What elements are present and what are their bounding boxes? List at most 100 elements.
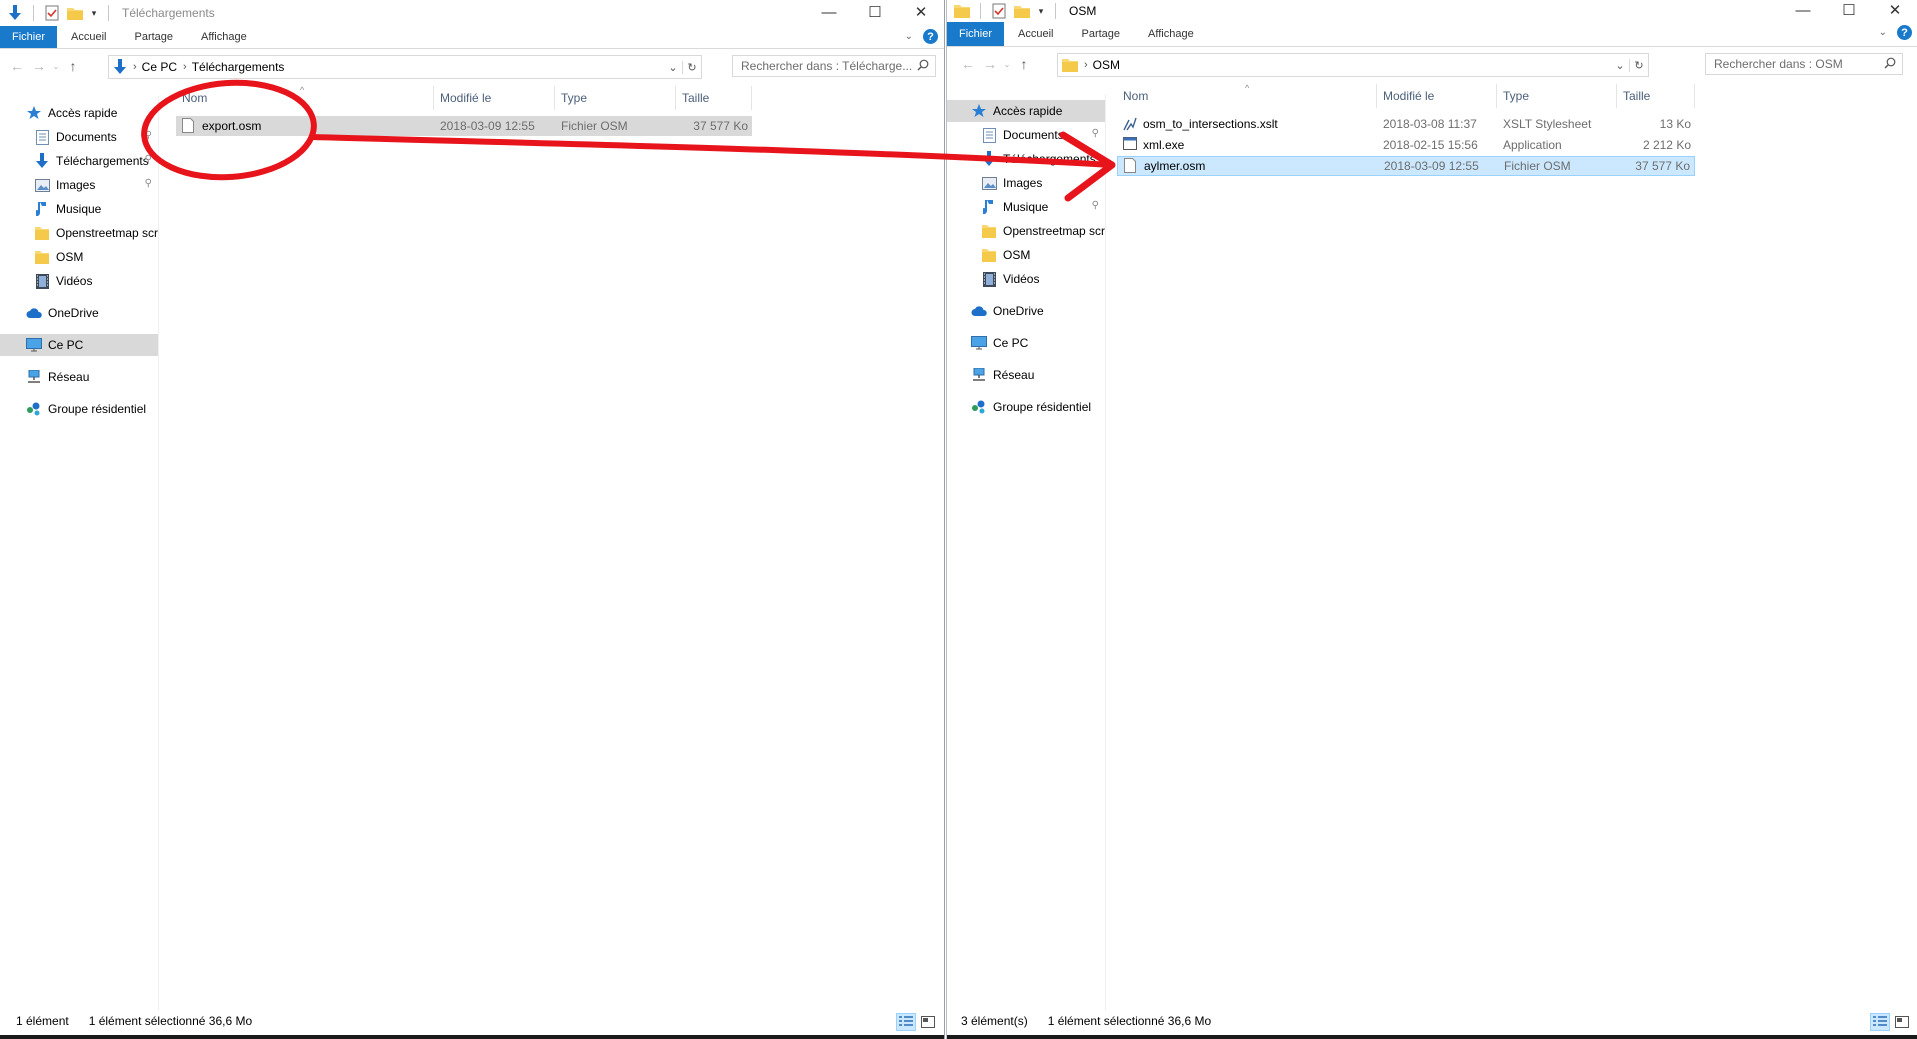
address-bar[interactable]: › OSM ⌄ ↻ <box>1057 53 1649 77</box>
minimize-button[interactable]: — <box>1780 0 1826 20</box>
close-button[interactable]: ✕ <box>1872 0 1917 20</box>
file-name: export.osm <box>202 119 262 133</box>
properties-icon[interactable] <box>990 2 1008 20</box>
properties-icon[interactable] <box>43 4 61 22</box>
nav-openstreetmap-folder[interactable]: Openstreetmap scre <box>947 220 1105 242</box>
recent-locations-dropdown[interactable]: ⌄ <box>1001 60 1013 69</box>
customize-dropdown-icon[interactable]: ▾ <box>1036 2 1046 20</box>
details-view-icon[interactable] <box>896 1013 916 1031</box>
column-header-size[interactable]: Taille <box>1617 84 1695 108</box>
forward-button[interactable]: → <box>979 56 1001 72</box>
file-row[interactable]: aylmer.osm 2018-03-09 12:55 Fichier OSM … <box>1117 156 1695 176</box>
nav-network[interactable]: Réseau <box>0 366 158 388</box>
back-button[interactable]: ← <box>6 58 28 74</box>
recent-locations-dropdown[interactable]: ⌄ <box>50 62 62 71</box>
file-size: 13 Ko <box>1659 117 1691 131</box>
nav-osm-folder[interactable]: OSM <box>0 246 158 268</box>
maximize-button[interactable]: ☐ <box>852 0 898 24</box>
divider <box>33 5 34 21</box>
nav-label: Musique <box>1003 200 1049 214</box>
pin-icon[interactable]: ⚲ <box>145 130 152 141</box>
pin-icon[interactable]: ⚲ <box>1092 200 1099 211</box>
large-icons-view-icon[interactable] <box>918 1013 938 1031</box>
file-row[interactable]: export.osm 2018-03-09 12:55 Fichier OSM … <box>176 116 752 136</box>
pin-icon[interactable]: ⚲ <box>145 154 152 165</box>
title-bar[interactable]: ▾ Téléchargements — ☐ ✕ <box>0 0 944 26</box>
tab-affichage[interactable]: Affichage <box>1134 22 1208 46</box>
address-dropdown-icon[interactable]: ⌄ <box>1611 59 1629 72</box>
nav-homegroup[interactable]: Groupe résidentiel <box>0 398 158 420</box>
nav-images[interactable]: Images <box>947 172 1105 194</box>
breadcrumb-ce-pc[interactable]: Ce PC <box>142 60 177 74</box>
refresh-icon[interactable]: ↻ <box>682 60 701 74</box>
pin-icon[interactable]: ⚲ <box>1092 128 1099 139</box>
new-folder-icon[interactable] <box>66 4 84 22</box>
large-icons-view-icon[interactable] <box>1892 1013 1912 1031</box>
expand-ribbon-icon[interactable]: ⌄ <box>1879 27 1887 38</box>
nav-osm-folder[interactable]: OSM <box>947 244 1105 266</box>
column-header-size[interactable]: Taille <box>676 86 752 110</box>
file-icon <box>1124 158 1138 174</box>
column-header-name[interactable]: Nom <box>1117 84 1377 108</box>
file-row[interactable]: xml.exe 2018-02-15 15:56 Application 2 2… <box>1117 135 1695 155</box>
tab-affichage[interactable]: Affichage <box>187 26 261 48</box>
file-name-cell: aylmer.osm <box>1118 156 1378 176</box>
refresh-icon[interactable]: ↻ <box>1629 58 1648 72</box>
tab-accueil[interactable]: Accueil <box>1004 22 1067 46</box>
nav-music[interactable]: Musique <box>0 198 158 220</box>
tab-partage[interactable]: Partage <box>1067 22 1134 46</box>
nav-label: Réseau <box>993 368 1035 382</box>
search-input[interactable]: Rechercher dans : OSM <box>1705 53 1903 75</box>
nav-quick-access[interactable]: Accès rapide <box>0 102 158 124</box>
details-view-icon[interactable] <box>1870 1013 1890 1031</box>
file-modified: 2018-03-09 12:55 <box>440 119 535 133</box>
tab-fichier[interactable]: Fichier <box>947 22 1005 46</box>
help-icon[interactable]: ? <box>923 29 938 44</box>
maximize-button[interactable]: ☐ <box>1826 0 1872 20</box>
up-button[interactable]: ↑ <box>1013 56 1035 72</box>
forward-button[interactable]: → <box>28 58 50 74</box>
nav-videos[interactable]: Vidéos <box>0 270 158 292</box>
close-button[interactable]: ✕ <box>898 0 944 24</box>
nav-downloads[interactable]: Téléchargements ⚲ <box>0 150 158 172</box>
up-button[interactable]: ↑ <box>62 58 84 74</box>
nav-openstreetmap-folder[interactable]: Openstreetmap scre <box>0 222 158 244</box>
nav-this-pc[interactable]: Ce PC <box>0 334 158 356</box>
column-header-name[interactable]: Nom <box>176 86 434 110</box>
file-name: xml.exe <box>1143 138 1185 152</box>
back-button[interactable]: ← <box>957 56 979 72</box>
help-icon[interactable]: ? <box>1897 25 1912 40</box>
nav-videos[interactable]: Vidéos <box>947 268 1105 290</box>
nav-music[interactable]: Musique ⚲ <box>947 196 1105 218</box>
column-header-modified[interactable]: Modifié le <box>434 86 555 110</box>
column-header-type[interactable]: Type <box>1497 84 1617 108</box>
column-header-type[interactable]: Type <box>555 86 676 110</box>
nav-documents[interactable]: Documents ⚲ <box>947 124 1105 146</box>
expand-ribbon-icon[interactable]: ⌄ <box>905 31 913 42</box>
customize-dropdown-icon[interactable]: ▾ <box>89 4 99 22</box>
file-row[interactable]: osm_to_intersections.xslt 2018-03-08 11:… <box>1117 114 1695 134</box>
search-input[interactable]: Rechercher dans : Télécharge... <box>732 55 936 77</box>
new-folder-icon[interactable] <box>1013 2 1031 20</box>
pin-icon[interactable]: ⚲ <box>145 178 152 189</box>
nav-homegroup[interactable]: Groupe résidentiel <box>947 396 1105 418</box>
breadcrumb-osm[interactable]: OSM <box>1093 58 1120 72</box>
nav-this-pc[interactable]: Ce PC <box>947 332 1105 354</box>
nav-label: OneDrive <box>48 306 99 320</box>
breadcrumb-downloads[interactable]: Téléchargements <box>192 60 285 74</box>
nav-downloads[interactable]: Téléchargements <box>947 148 1105 170</box>
tab-partage[interactable]: Partage <box>120 26 187 48</box>
nav-documents[interactable]: Documents ⚲ <box>0 126 158 148</box>
address-dropdown-icon[interactable]: ⌄ <box>664 61 682 74</box>
title-bar[interactable]: ▾ OSM — ☐ ✕ <box>947 0 1917 22</box>
nav-network[interactable]: Réseau <box>947 364 1105 386</box>
minimize-button[interactable]: — <box>806 0 852 24</box>
nav-onedrive[interactable]: OneDrive <box>0 302 158 324</box>
tab-accueil[interactable]: Accueil <box>57 26 120 48</box>
tab-fichier[interactable]: Fichier <box>0 26 58 48</box>
nav-images[interactable]: Images ⚲ <box>0 174 158 196</box>
address-bar[interactable]: › Ce PC › Téléchargements ⌄ ↻ <box>108 55 702 79</box>
nav-quick-access[interactable]: Accès rapide <box>947 100 1105 122</box>
nav-onedrive[interactable]: OneDrive <box>947 300 1105 322</box>
column-header-modified[interactable]: Modifié le <box>1377 84 1497 108</box>
